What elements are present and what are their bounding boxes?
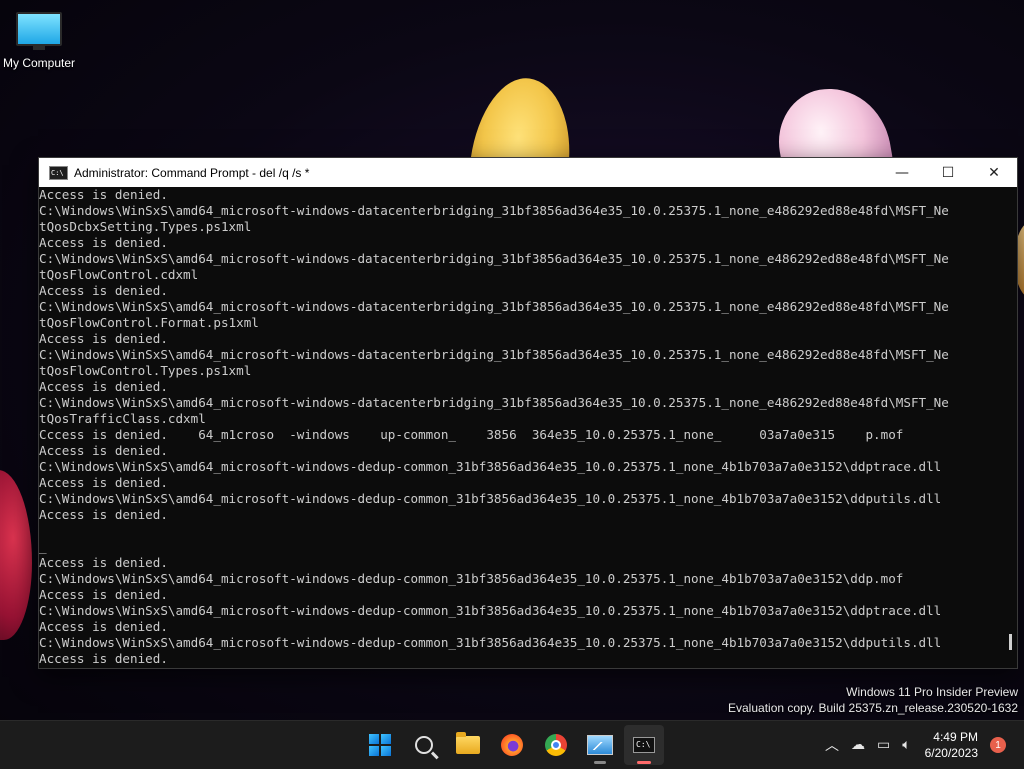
firefox-button[interactable] <box>492 725 532 765</box>
console-line: Access is denied. <box>39 283 168 298</box>
watermark-line-2: Evaluation copy. Build 25375.zn_release.… <box>728 701 1018 715</box>
console-line: Access is denied. <box>39 651 168 666</box>
windows-start-icon <box>369 734 391 756</box>
console-line: C:\Windows\WinSxS\amd64_microsoft-window… <box>39 635 942 650</box>
minimize-button[interactable]: — <box>879 158 925 187</box>
console-line: tQosTrafficClass.cdxml <box>39 411 206 426</box>
search-icon <box>415 736 433 754</box>
command-prompt-taskbar-button[interactable]: C:\ <box>624 725 664 765</box>
monitor-app-icon <box>587 735 613 755</box>
console-line: Cccess is denied. 64_m1croso -windows up… <box>39 427 904 442</box>
console-line: tQosFlowControl.cdxml <box>39 267 199 282</box>
maximize-button[interactable]: ☐ <box>925 158 971 187</box>
monitor-icon <box>16 12 62 50</box>
window-title: Administrator: Command Prompt - del /q /… <box>74 165 310 180</box>
search-button[interactable] <box>404 725 444 765</box>
console-line: Access is denied. <box>39 475 168 490</box>
scrollbar-thumb[interactable] <box>1009 634 1012 650</box>
console-line: Access is denied. <box>39 187 168 202</box>
active-indicator <box>637 761 651 764</box>
start-button[interactable] <box>360 725 400 765</box>
running-indicator <box>594 761 606 764</box>
window-controls: — ☐ ✕ <box>879 158 1017 187</box>
console-line: C:\Windows\WinSxS\amd64_microsoft-window… <box>39 203 949 218</box>
console-line: C:\Windows\WinSxS\amd64_microsoft-window… <box>39 395 949 410</box>
console-line: Access is denied. <box>39 555 168 570</box>
console-line: _ <box>39 539 47 554</box>
console-line: Access is denied. <box>39 379 168 394</box>
window-titlebar[interactable]: C:\ Administrator: Command Prompt - del … <box>39 158 1017 187</box>
chrome-button[interactable] <box>536 725 576 765</box>
wallpaper-shape-red <box>0 470 32 640</box>
console-line: tQosFlowControl.Format.ps1xml <box>39 315 259 330</box>
system-tray: ︿ ☁ ▭ 🔈︎ 4:49 PM 6/20/2023 1 <box>819 721 1024 769</box>
console-line: C:\Windows\WinSxS\amd64_microsoft-window… <box>39 603 942 618</box>
watermark-line-1: Windows 11 Pro Insider Preview <box>846 685 1018 699</box>
cloud-offline-icon[interactable]: ☁ <box>851 737 865 753</box>
console-line: Access is denied. <box>39 235 168 250</box>
clock[interactable]: 4:49 PM 6/20/2023 <box>925 729 978 761</box>
console-line: Access is denied. <box>39 443 168 458</box>
chevron-up-icon[interactable]: ︿ <box>825 735 839 755</box>
console-line: Access is denied. <box>39 507 168 522</box>
console-line: C:\Windows\WinSxS\amd64_microsoft-window… <box>39 491 942 506</box>
firefox-icon <box>501 734 523 756</box>
desktop-icon-my-computer[interactable]: My Computer <box>0 8 78 70</box>
console-line: C:\Windows\WinSxS\amd64_microsoft-window… <box>39 299 949 314</box>
console-line: C:\Windows\WinSxS\amd64_microsoft-window… <box>39 571 904 586</box>
desktop-icon-label: My Computer <box>2 56 76 70</box>
console-line: C:\Windows\WinSxS\amd64_microsoft-window… <box>39 347 949 362</box>
clock-time: 4:49 PM <box>933 730 978 744</box>
console-line: tQosFlowControl.Types.ps1xml <box>39 363 252 378</box>
network-icon[interactable]: ▭ <box>877 737 890 753</box>
evaluation-watermark: Windows 11 Pro Insider Preview Evaluatio… <box>728 684 1018 716</box>
console-line: Access is denied. <box>39 587 168 602</box>
console-cursor-line <box>39 667 1003 668</box>
console-line: C:\Windows\WinSxS\amd64_microsoft-window… <box>39 459 942 474</box>
command-prompt-window[interactable]: C:\ Administrator: Command Prompt - del … <box>38 157 1018 669</box>
folder-icon <box>456 732 480 754</box>
console-line: Access is denied. <box>39 619 168 634</box>
volume-icon[interactable]: 🔈︎ <box>902 737 910 753</box>
taskbar: C:\ ︿ ☁ ▭ 🔈︎ 4:49 PM 6/20/2023 1 <box>0 720 1024 769</box>
console-line: Access is denied. <box>39 331 168 346</box>
console-line: tQosDcbxSetting.Types.ps1xml <box>39 219 252 234</box>
console-line: C:\Windows\WinSxS\amd64_microsoft-window… <box>39 251 949 266</box>
terminal-icon: C:\ <box>49 165 68 180</box>
taskbar-apps: C:\ <box>360 725 664 765</box>
notification-badge[interactable]: 1 <box>990 737 1006 753</box>
resource-monitor-button[interactable] <box>580 725 620 765</box>
clock-date: 6/20/2023 <box>924 746 978 760</box>
chrome-icon <box>545 734 567 756</box>
scrollbar[interactable] <box>1003 187 1017 668</box>
file-explorer-button[interactable] <box>448 725 488 765</box>
terminal-icon: C:\ <box>633 737 655 753</box>
console-output[interactable]: Access is denied. C:\Windows\WinSxS\amd64… <box>39 187 1003 668</box>
close-button[interactable]: ✕ <box>971 158 1017 187</box>
